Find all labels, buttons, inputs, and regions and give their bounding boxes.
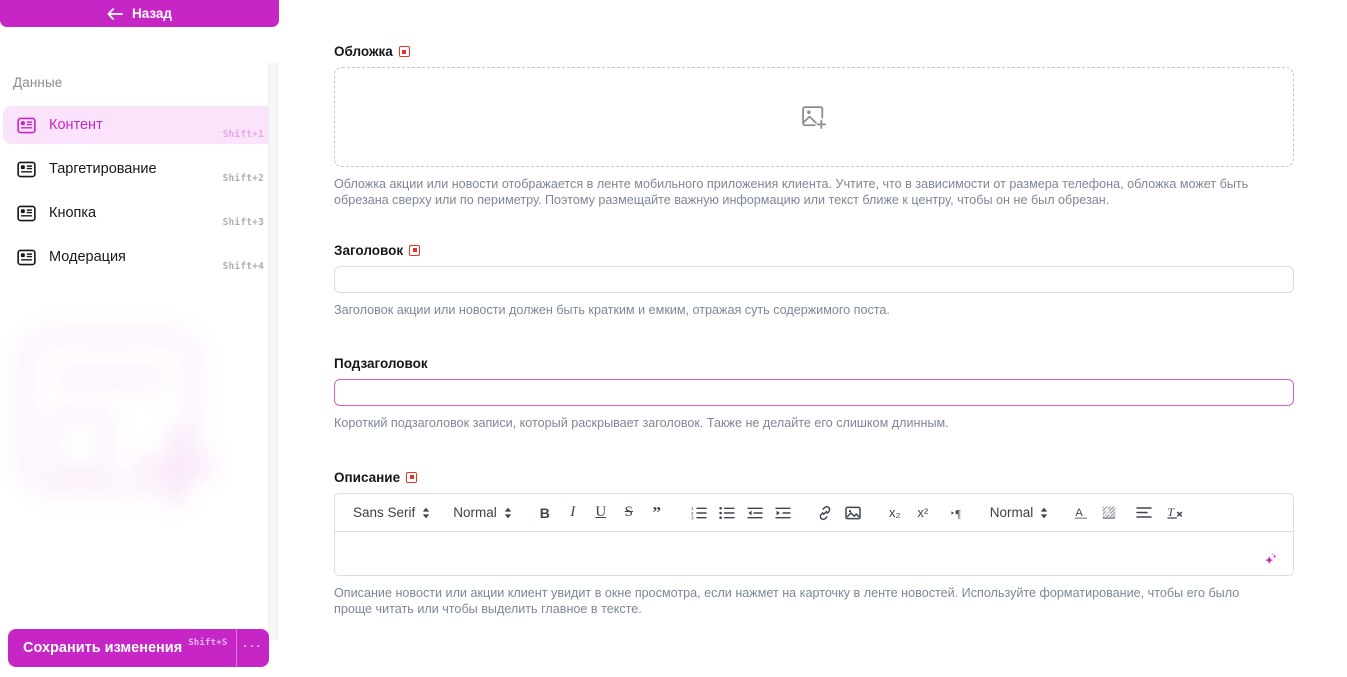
cover-label: Обложка [334, 44, 393, 59]
title-label: Заголовок [334, 242, 404, 258]
sidebar-item-label: Контент [49, 117, 103, 133]
chevron-updown-icon [422, 507, 430, 519]
required-indicator-icon [398, 46, 410, 57]
description-editor-body[interactable] [335, 531, 1293, 575]
subtitle-helper-text: Короткий подзаголовок записи, который ра… [334, 416, 949, 431]
save-button-label: Сохранить изменения [23, 639, 183, 656]
app-root: Назад Данные Контент Shift+1 Таргетирова… [0, 0, 1347, 677]
cover-helper-text: Обложка акции или новости отображается в… [334, 177, 1249, 207]
title-field: Заголовок Заголовок акции или новости до… [334, 243, 1294, 318]
sidebar-item-label: Модерация [49, 249, 126, 265]
font-color-icon[interactable]: A [1067, 501, 1095, 525]
save-button-main[interactable]: Сохранить изменения Shift+S [8, 629, 236, 667]
sidebar-section-label: Данные [13, 75, 63, 90]
required-indicator-icon [409, 244, 421, 256]
sidebar-item-shortcut: Shift+3 [222, 217, 264, 228]
sidebar-item-kontent[interactable]: Контент Shift+1 [3, 106, 276, 144]
link-icon[interactable] [811, 501, 839, 525]
subtitle-input[interactable] [334, 379, 1294, 407]
svg-text:A: A [1076, 507, 1084, 519]
chevron-updown-icon [1040, 507, 1048, 519]
cover-upload-dropzone[interactable] [334, 67, 1294, 167]
sidebar-scroll-area: Данные Контент Shift+1 Таргетирование Sh… [0, 27, 279, 677]
subtitle-label: Подзаголовок [334, 356, 428, 372]
sidebar-item-label: Таргетирование [49, 161, 157, 177]
sidebar: Назад Данные Контент Shift+1 Таргетирова… [0, 0, 279, 677]
content-block-icon [16, 159, 36, 179]
title-label-row: Заголовок [334, 243, 1294, 258]
ordered-list-icon[interactable]: 1 2 3 [685, 501, 713, 525]
align-icon[interactable] [1130, 501, 1158, 525]
indent-icon[interactable] [769, 501, 797, 525]
font-family-select[interactable]: Sans Serif [349, 505, 442, 520]
save-changes-button[interactable]: Сохранить изменения Shift+S ··· [8, 628, 269, 667]
text-direction-icon[interactable]: ¶ [944, 501, 972, 525]
content-block-icon [16, 203, 36, 223]
title-input[interactable] [334, 265, 1294, 293]
editor-toolbar: Sans Serif Normal B I U S ” 1 2 3 x₂ x² … [335, 494, 1293, 532]
subtitle-label-row: Подзаголовок [334, 356, 1294, 371]
sidebar-scrollbar[interactable] [268, 63, 278, 640]
font-size-value: Normal [453, 505, 497, 521]
underline-icon[interactable]: U [587, 501, 615, 525]
svg-text:A: A [1104, 507, 1112, 519]
description-label: Описание [334, 469, 401, 485]
sidebar-item-shortcut: Shift+4 [222, 261, 264, 272]
sidebar-item-knopka[interactable]: Кнопка Shift+3 [3, 194, 276, 232]
content-block-icon [16, 115, 36, 135]
svg-text:3: 3 [691, 515, 694, 520]
cover-field: Обложка Обложка акции или новости отобра… [334, 44, 1294, 208]
superscript-icon[interactable]: x² [909, 501, 937, 525]
back-button[interactable]: Назад [0, 0, 279, 27]
chevron-updown-icon [504, 507, 512, 519]
ellipsis-icon[interactable]: ··· [235, 628, 269, 667]
svg-text:¶: ¶ [955, 506, 961, 520]
sidebar-item-label: Кнопка [49, 205, 97, 221]
clear-format-icon[interactable]: T [1162, 501, 1190, 525]
font-family-value: Sans Serif [353, 505, 416, 521]
back-button-label: Назад [131, 6, 173, 21]
strikethrough-icon[interactable]: S [615, 501, 643, 525]
image-icon[interactable] [839, 501, 867, 525]
subscript-icon[interactable]: x₂ [881, 501, 909, 525]
sidebar-item-targetirovanie[interactable]: Таргетирование Shift+2 [3, 150, 276, 188]
sidebar-item-moderaciya[interactable]: Модерация Shift+4 [3, 238, 276, 276]
sparkle-ai-icon[interactable] [1263, 552, 1279, 568]
italic-icon[interactable]: I [559, 501, 587, 525]
add-image-icon [801, 104, 828, 131]
content-block-icon [16, 247, 36, 267]
outdent-icon[interactable] [741, 501, 769, 525]
sidebar-nav: Контент Shift+1 Таргетирование Shift+2 К… [0, 106, 279, 276]
font-size-select[interactable]: Normal [449, 505, 524, 520]
blurred-image-placeholder-graphic [8, 319, 246, 557]
svg-text:T: T [1168, 505, 1176, 519]
rich-text-editor: Sans Serif Normal B I U S ” 1 2 3 x₂ x² … [334, 492, 1294, 576]
bullet-list-icon[interactable] [713, 501, 741, 525]
arrow-left-icon [107, 7, 123, 20]
save-button-shortcut: Shift+S [188, 637, 228, 648]
description-helper-text: Описание новости или акции клиент увидит… [334, 585, 1240, 616]
bold-icon[interactable]: B [531, 501, 559, 525]
title-helper-text: Заголовок акции или новости должен быть … [334, 302, 890, 317]
save-bar: Сохранить изменения Shift+S ··· [0, 618, 279, 677]
sidebar-item-shortcut: Shift+1 [222, 129, 264, 140]
sidebar-item-shortcut: Shift+2 [222, 173, 264, 184]
background-color-icon[interactable]: A [1095, 501, 1123, 525]
heading-select[interactable]: Normal [986, 505, 1061, 520]
cover-label-row: Обложка [334, 44, 1294, 59]
required-indicator-icon [406, 471, 418, 483]
heading-value: Normal [989, 505, 1034, 521]
blockquote-icon[interactable]: ” [643, 501, 671, 525]
main-content: Обложка Обложка акции или новости отобра… [279, 0, 1347, 677]
subtitle-field: Подзаголовок Короткий подзаголовок запис… [334, 356, 1294, 431]
description-label-row: Описание [334, 470, 1294, 485]
description-field: Описание Sans Serif Normal B I U S ” 1 2… [334, 470, 1294, 617]
